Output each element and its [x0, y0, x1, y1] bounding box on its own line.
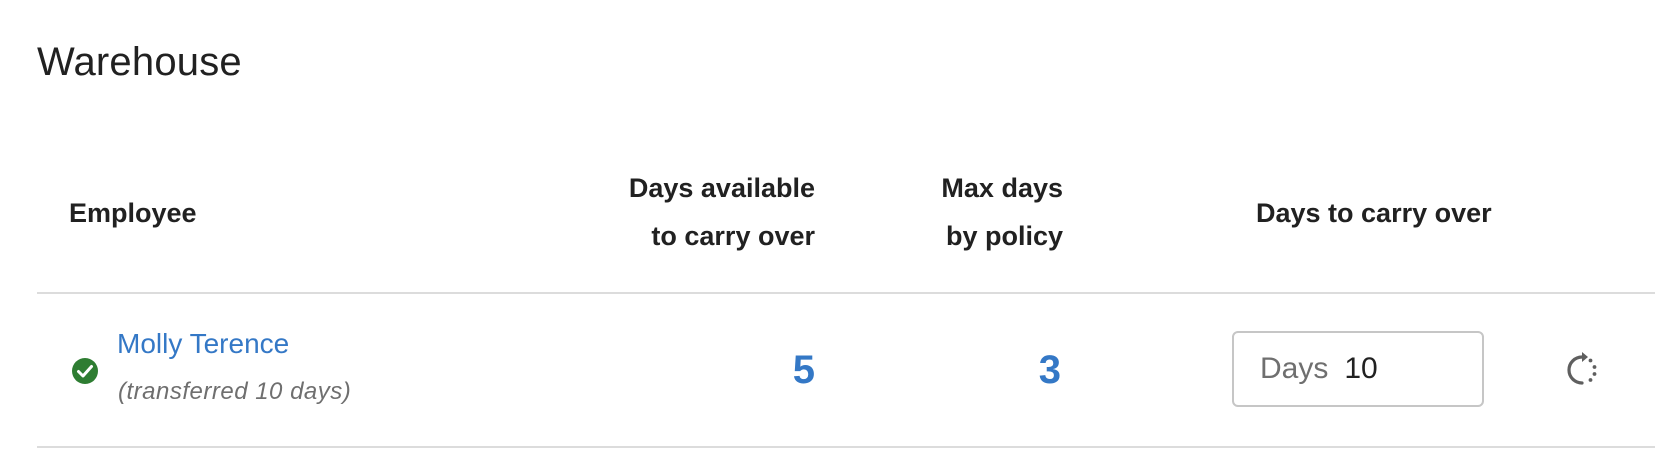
employee-name-link[interactable]: Molly Terence	[117, 328, 289, 360]
column-header-employee: Employee	[69, 198, 197, 228]
section-title: Warehouse	[37, 40, 242, 84]
column-header-max-days-line1: Max days	[941, 173, 1063, 203]
days-to-carry-field[interactable]: Days	[1232, 331, 1484, 407]
employee-transfer-note: (transferred 10 days)	[118, 378, 352, 405]
column-header-days-to-carry: Days to carry over	[1256, 198, 1492, 228]
header-divider	[37, 292, 1655, 294]
column-header-days-available-line1: Days available	[628, 173, 815, 203]
column-header-max-days-line2: by policy	[945, 221, 1063, 251]
reset-icon[interactable]	[1562, 350, 1602, 390]
days-available-value: 5	[792, 348, 815, 392]
column-header-max-days: Max days by policy	[941, 164, 1063, 260]
row-divider	[37, 446, 1655, 448]
check-circle-icon	[71, 357, 99, 385]
days-to-carry-input[interactable]	[1344, 352, 1465, 386]
column-header-days-available-line2: to carry over	[651, 221, 815, 251]
days-field-prefix: Days	[1260, 352, 1329, 385]
column-header-days-available: Days available to carry over	[629, 164, 815, 260]
max-days-value: 3	[1038, 348, 1061, 392]
